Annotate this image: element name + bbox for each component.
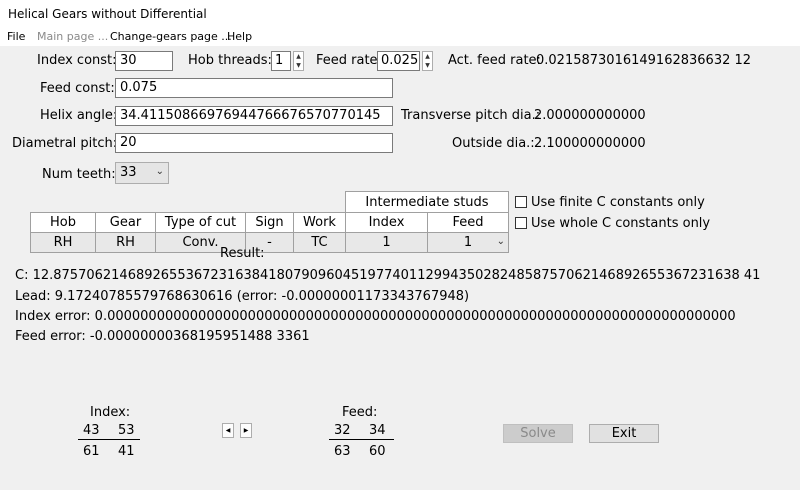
menu-bar: File Main page ... Change-gears page ...…: [0, 28, 800, 46]
title-bar: Helical Gears without Differential: [0, 0, 800, 28]
feed-const-input[interactable]: 0.075: [115, 78, 393, 98]
spin-down-icon[interactable]: ▼: [294, 61, 303, 70]
window-title: Helical Gears without Differential: [8, 7, 207, 21]
outside-dia-label: Outside dia.:: [452, 136, 535, 151]
num-teeth-label: Num teeth:: [42, 167, 116, 182]
solve-button[interactable]: Solve: [503, 424, 573, 443]
num-teeth-select[interactable]: 33 ⌄: [115, 162, 169, 184]
feed-fraction-line: [329, 439, 394, 440]
chevron-right-icon: ▶: [243, 427, 249, 434]
hob-threads-input[interactable]: 1: [271, 51, 291, 71]
grid-header-feed: Feed: [427, 212, 509, 233]
diametral-pitch-input[interactable]: 20: [115, 133, 393, 153]
grid-header-hob: Hob: [30, 212, 96, 233]
chevron-down-icon: ⌄: [155, 166, 164, 177]
result-title: Result:: [220, 246, 265, 261]
cell-gear[interactable]: RH: [95, 232, 156, 253]
index-gears-label: Index:: [90, 405, 131, 420]
result-feed-error-line: Feed error: -0.00000000368195951488 3361: [15, 329, 310, 344]
outside-dia-value: 2.100000000000: [534, 136, 646, 151]
feed-gear-top-1: 32: [334, 423, 351, 438]
transverse-pitch-label: Transverse pitch dia.:: [401, 108, 541, 123]
cell-feed[interactable]: 1 ⌄: [427, 232, 509, 253]
helix-angle-input[interactable]: 34.41150866976944766676570770145: [115, 106, 393, 126]
settings-grid: Intermediate studs Hob Gear Type of cut …: [30, 191, 509, 253]
feed-rate-spinner[interactable]: ▲ ▼: [422, 51, 433, 71]
grid-header-type-of-cut: Type of cut: [155, 212, 246, 233]
index-const-input[interactable]: 30: [115, 51, 173, 71]
index-fraction-line: [78, 439, 140, 440]
next-solution-button[interactable]: ▶: [240, 423, 252, 438]
helix-angle-label: Helix angle:: [40, 108, 118, 123]
transverse-pitch-value: 2.000000000000: [534, 108, 646, 123]
finite-c-label: Use finite C constants only: [531, 195, 705, 210]
feed-gears-label: Feed:: [342, 405, 378, 420]
feed-rate-input[interactable]: 0.025: [377, 51, 420, 71]
spin-up-icon[interactable]: ▲: [294, 52, 303, 61]
index-gear-bottom-1: 61: [83, 444, 100, 459]
cell-feed-value: 1: [463, 235, 473, 250]
result-c-line: C: 12.8757062146892655367231638418079096…: [15, 268, 761, 283]
index-gear-top-2: 53: [118, 423, 135, 438]
chevron-left-icon: ◀: [225, 427, 231, 434]
result-index-error-line: Index error: 0.0000000000000000000000000…: [15, 309, 736, 324]
feed-rate-label: Feed rate:: [316, 53, 382, 68]
finite-c-checkbox[interactable]: [515, 196, 527, 208]
index-gear-top-1: 43: [83, 423, 100, 438]
chevron-down-icon[interactable]: ⌄: [497, 236, 505, 247]
feed-gear-bottom-1: 63: [334, 444, 351, 459]
grid-header-work: Work: [293, 212, 346, 233]
num-teeth-value: 33: [120, 165, 137, 180]
index-const-label: Index const:: [37, 53, 117, 68]
cell-work[interactable]: TC: [293, 232, 346, 253]
cell-index[interactable]: 1: [345, 232, 428, 253]
feed-gear-bottom-2: 60: [369, 444, 386, 459]
whole-c-checkbox[interactable]: [515, 217, 527, 229]
grid-header-index: Index: [345, 212, 428, 233]
spin-up-icon[interactable]: ▲: [423, 52, 432, 61]
feed-gear-top-2: 34: [369, 423, 386, 438]
exit-button[interactable]: Exit: [589, 424, 659, 443]
act-feed-rate-label: Act. feed rate:: [448, 53, 541, 68]
hob-threads-label: Hob threads:: [188, 53, 272, 68]
index-gear-bottom-2: 41: [118, 444, 135, 459]
grid-group-header: Intermediate studs: [345, 191, 509, 213]
cell-hob[interactable]: RH: [30, 232, 96, 253]
grid-header-sign: Sign: [245, 212, 294, 233]
grid-header-gear: Gear: [95, 212, 156, 233]
menu-main-page[interactable]: Main page ...: [37, 30, 108, 43]
whole-c-label: Use whole C constants only: [531, 216, 711, 231]
prev-solution-button[interactable]: ◀: [222, 423, 234, 438]
menu-change-gears-page[interactable]: Change-gears page ...: [110, 30, 232, 43]
table-row: RH RH Conv. - TC 1 1 ⌄: [30, 232, 509, 253]
feed-const-label: Feed const:: [40, 81, 115, 96]
hob-threads-spinner[interactable]: ▲ ▼: [293, 51, 304, 71]
act-feed-rate-value: 0.0215873016149162836632 12: [536, 53, 752, 68]
menu-file[interactable]: File: [7, 30, 25, 43]
spin-down-icon[interactable]: ▼: [423, 61, 432, 70]
diametral-pitch-label: Diametral pitch:: [12, 136, 118, 151]
menu-help[interactable]: Help: [227, 30, 252, 43]
result-lead-line: Lead: 9.17240785579768630616 (error: -0.…: [15, 289, 470, 304]
